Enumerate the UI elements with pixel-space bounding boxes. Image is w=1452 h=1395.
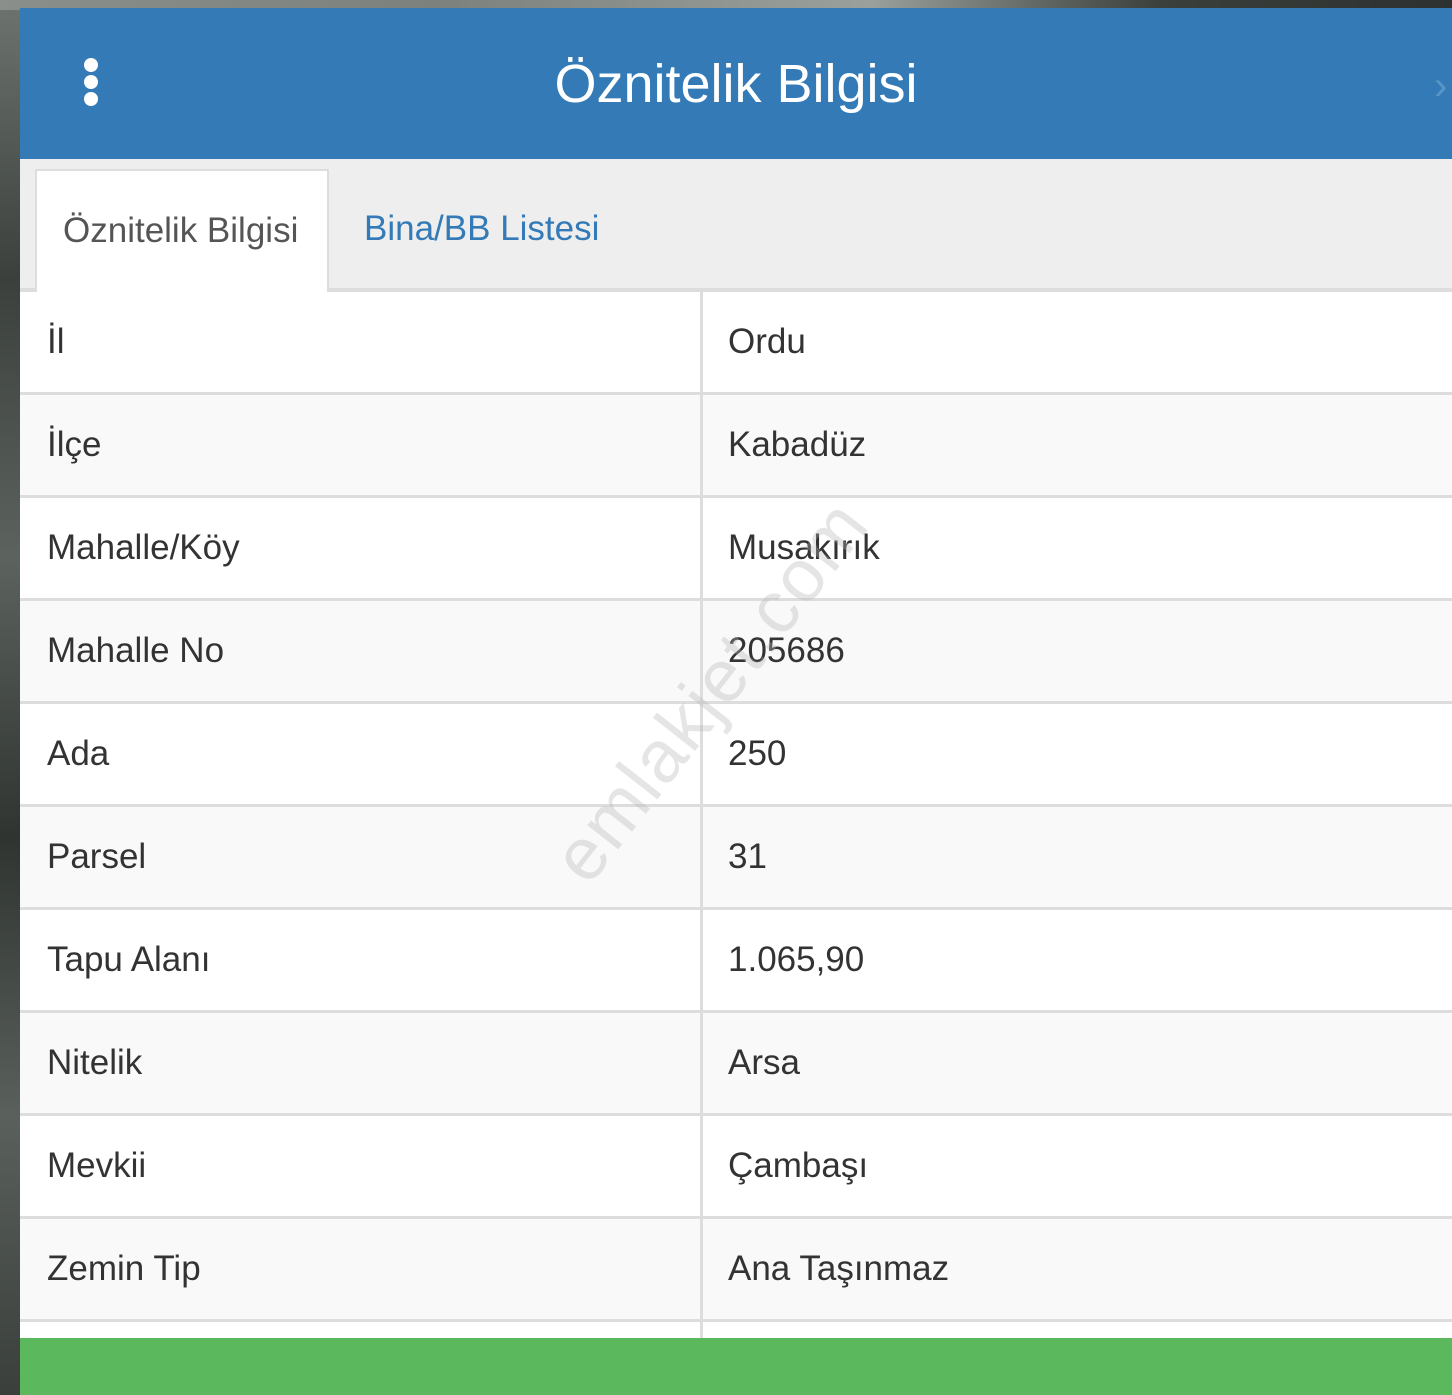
attribute-label: Parsel [20,807,703,907]
attribute-value: Çambaşı [728,1146,869,1185]
attribute-label: İl [20,292,703,392]
attribute-label: Mevkii [20,1116,703,1216]
attribute-value: 205686 [728,631,845,670]
map-backdrop [0,0,22,1395]
table-row: Mahalle No 205686 [20,601,1452,704]
attribute-value: Ana Taşınmaz [728,1249,950,1288]
attribute-value: 1.065,90 [728,940,865,979]
attribute-table: İl Ordu İlçe Kabadüz Mahalle/Köy Musakır… [20,292,1452,1355]
attribute-label: Mahalle No [20,601,703,701]
attribute-value: Ordu [728,322,806,361]
panel-title: Öznitelik Bilgisi [554,54,918,114]
attribute-label: İlçe [20,395,703,495]
table-row: İl Ordu [20,292,1452,395]
table-row: İlçe Kabadüz [20,395,1452,498]
attribute-value: 250 [728,734,787,773]
table-row: Mevkii Çambaşı [20,1116,1452,1219]
panel-header: Öznitelik Bilgisi › [20,8,1452,159]
attribute-label: Nitelik [20,1013,703,1113]
attribute-info-panel: Öznitelik Bilgisi › Öznitelik Bilgisi Bi… [20,8,1452,1395]
attribute-value: Musakırık [728,528,880,567]
table-row: Parsel 31 [20,807,1452,910]
attribute-label: Mahalle/Köy [20,498,703,598]
attribute-value: Kabadüz [728,425,867,464]
attribute-label: Zemin Tip [20,1219,703,1319]
attribute-value: 31 [728,837,767,876]
attribute-value: Arsa [728,1043,800,1082]
tab-bar: Öznitelik Bilgisi Bina/BB Listesi [20,159,1452,292]
action-bar[interactable] [20,1338,1452,1395]
tab-building-list[interactable]: Bina/BB Listesi [338,169,625,288]
attribute-label: Ada [20,704,703,804]
table-row: Mahalle/Köy Musakırık [20,498,1452,601]
table-row: Tapu Alanı 1.065,90 [20,910,1452,1013]
attribute-label: Tapu Alanı [20,910,703,1010]
chevron-right-icon[interactable]: › [1434,66,1452,106]
table-row: Nitelik Arsa [20,1013,1452,1116]
tab-attribute-info[interactable]: Öznitelik Bilgisi [35,169,329,292]
table-row: Ada 250 [20,704,1452,807]
table-row: Zemin Tip Ana Taşınmaz [20,1219,1452,1322]
